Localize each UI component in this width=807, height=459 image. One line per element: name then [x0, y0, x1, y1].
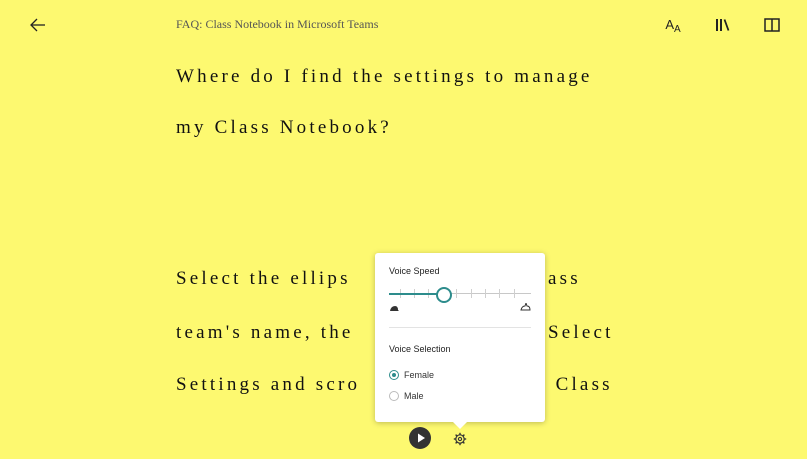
radio-button[interactable]: [389, 391, 399, 401]
turtle-icon: [390, 306, 399, 311]
back-button[interactable]: [27, 14, 49, 36]
content-line: Select: [548, 322, 614, 343]
radio-button-checked[interactable]: [389, 370, 399, 380]
voice-settings-button[interactable]: [453, 432, 467, 446]
library-icon: [716, 19, 730, 31]
gear-icon: [453, 432, 467, 446]
content-line: Select the ellips: [176, 268, 351, 289]
voice-settings-popup: Voice Speed Voice Selection Female Male: [375, 253, 545, 429]
reading-preferences-button[interactable]: [761, 14, 783, 36]
slider-thumb[interactable]: [436, 287, 452, 303]
document-title: FAQ: Class Notebook in Microsoft Teams: [176, 17, 379, 31]
immersive-reader: FAQ: Class Notebook in Microsoft Teams A…: [0, 0, 807, 459]
book-icon: [764, 18, 780, 32]
play-button[interactable]: [409, 427, 431, 449]
rabbit-icon: [520, 303, 531, 311]
content-line: Settings and scro: [176, 374, 361, 395]
slider-tick: [471, 289, 472, 298]
text-size-icon: AA: [665, 16, 681, 35]
grammar-options-button[interactable]: [712, 14, 734, 36]
content-line: my Class Notebook?: [176, 117, 392, 138]
text-preferences-button[interactable]: AA: [662, 14, 684, 36]
slider-tick: [485, 289, 486, 298]
slider-tick: [499, 289, 500, 298]
slider-fill: [389, 293, 443, 295]
voice-option-male[interactable]: Male: [389, 389, 424, 403]
content-line: Where do I find the settings to manage: [176, 66, 593, 87]
voice-option-label: Female: [404, 370, 435, 380]
slider-tick: [456, 289, 457, 298]
voice-selection-title: Voice Selection: [389, 344, 451, 354]
content-line: e Class: [536, 374, 613, 395]
arrow-left-icon: [30, 18, 45, 32]
slider-tick: [514, 289, 515, 298]
divider: [389, 327, 531, 328]
voice-option-label: Male: [404, 391, 424, 401]
play-icon: [418, 433, 425, 443]
voice-option-female[interactable]: Female: [389, 368, 434, 382]
voice-speed-title: Voice Speed: [389, 266, 440, 276]
content-line: ass: [548, 268, 581, 289]
content-line: team's name, the: [176, 322, 354, 343]
voice-speed-slider[interactable]: [389, 287, 531, 303]
